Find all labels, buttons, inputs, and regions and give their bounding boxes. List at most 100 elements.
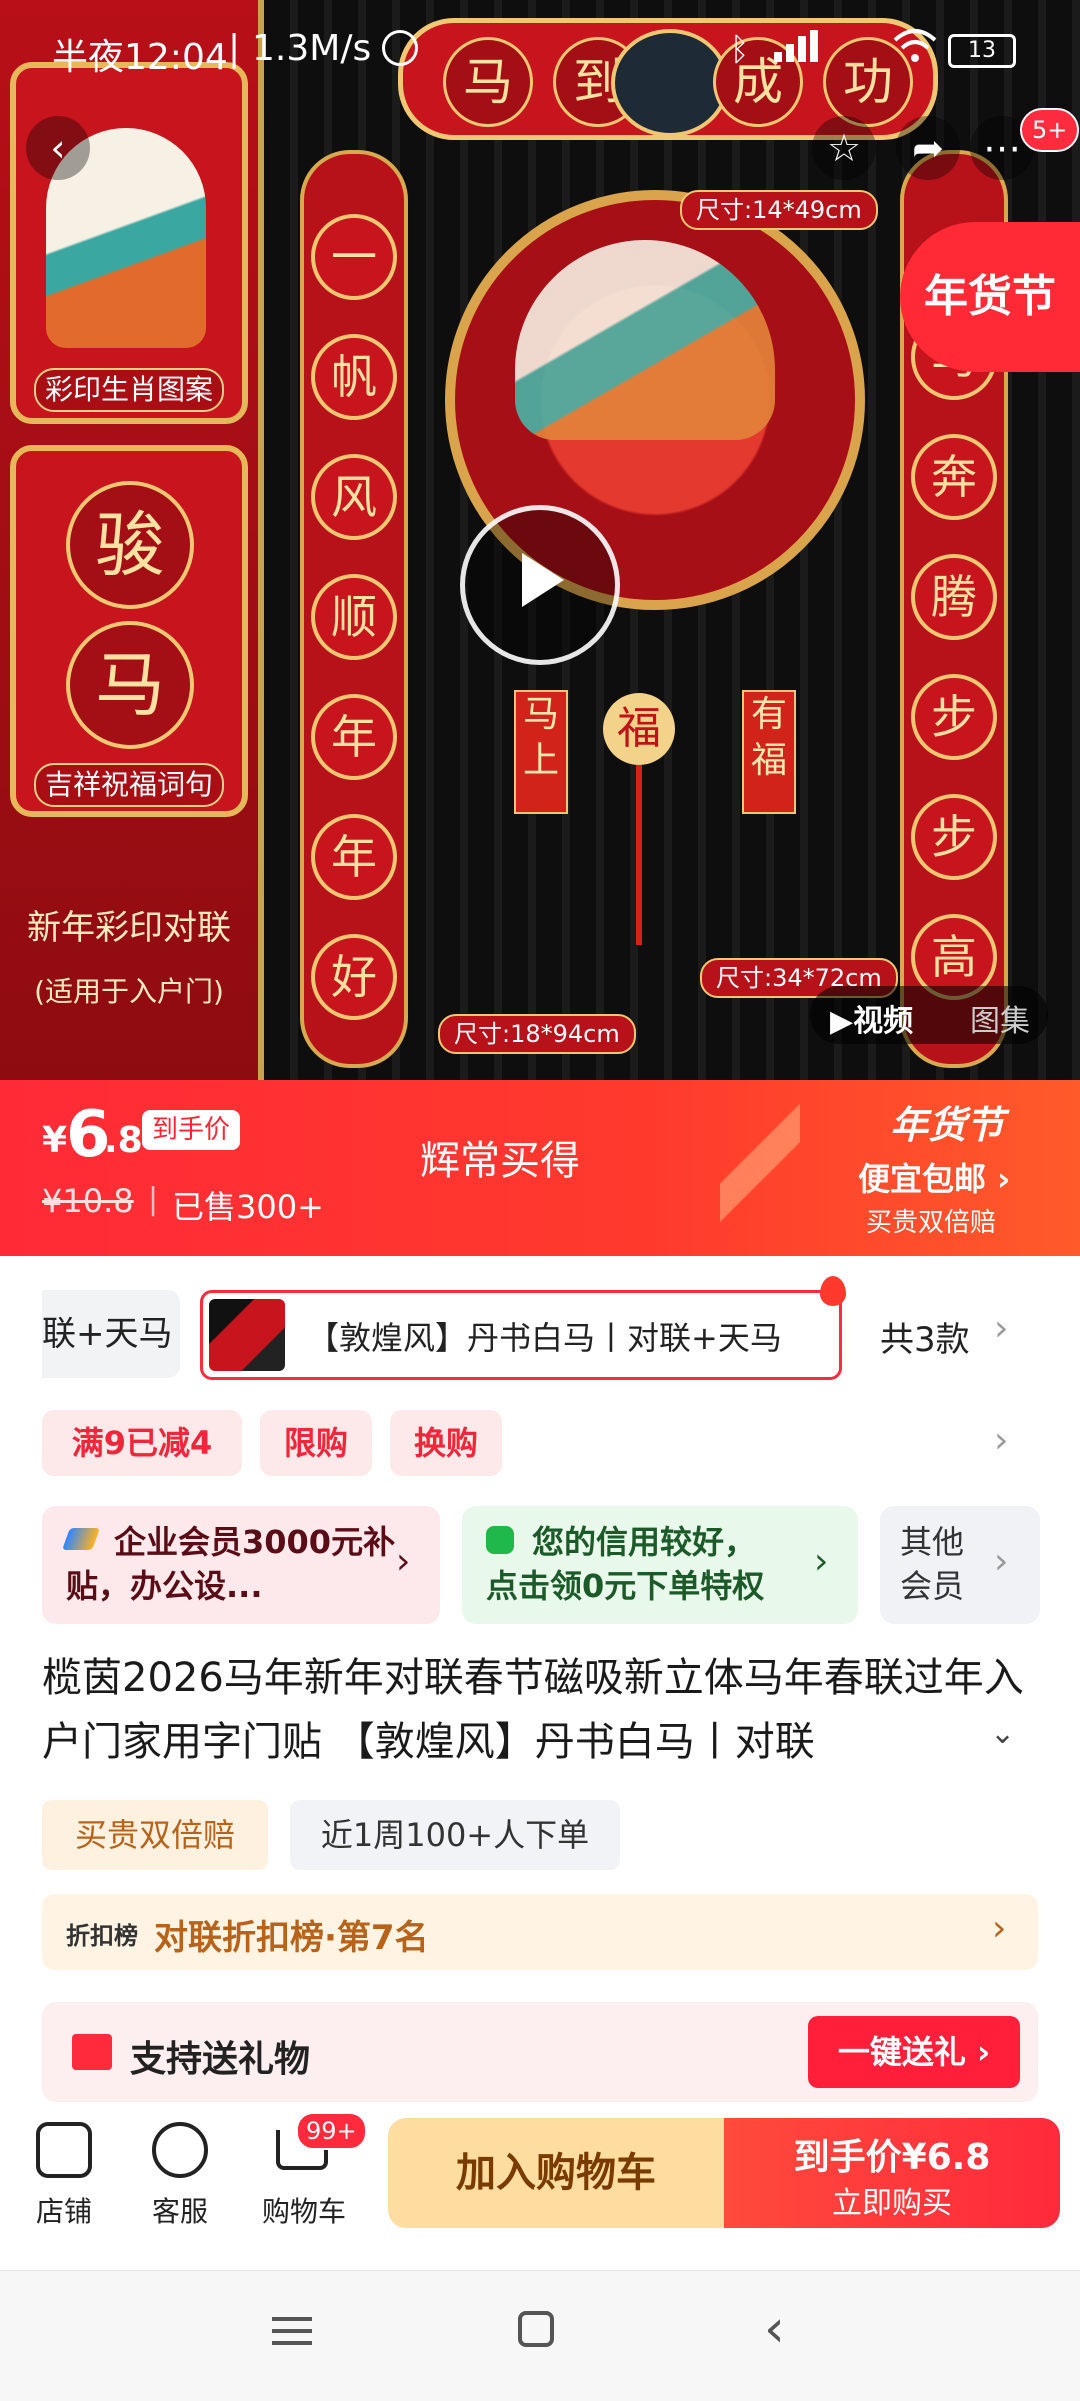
tassel	[636, 765, 642, 945]
hero-caption-title: 新年彩印对联	[27, 908, 231, 948]
price-slogan: 辉常买得	[420, 1138, 580, 1184]
credit-benefit-line2: 点击领0元下单特权	[486, 1567, 765, 1605]
shop-button[interactable]: 店铺	[14, 2122, 114, 2232]
fu-ornament: 福	[603, 693, 675, 765]
enterprise-benefit-text: 企业会员3000元补贴，办公设...	[66, 1523, 396, 1605]
battery-icon: 13	[948, 34, 1016, 68]
home-icon[interactable]	[518, 2311, 554, 2347]
tag-recent-orders: 近1周100+人下单	[290, 1800, 620, 1870]
sku-option-selected[interactable]: 【敦煌风】丹书白马丨对联+天马	[200, 1290, 842, 1380]
credit-benefit-line1: 您的信用较好，	[532, 1523, 757, 1561]
cart-button[interactable]: 购物车 99+	[254, 2112, 367, 2232]
bluetooth-icon: ᛒ	[730, 30, 750, 68]
status-bar: 半夜12:04 | 1.3M/s ᛒ 13	[0, 0, 1080, 100]
other-membership-line2: 会员	[900, 1567, 965, 1605]
media-tabs: ▶视频 图集	[810, 986, 1048, 1044]
expand-title-icon[interactable]: ⌄	[990, 1716, 1015, 1751]
size-tag-banner: 尺寸:14*49cm	[680, 190, 878, 230]
pendant-right: 有福	[742, 690, 796, 814]
service-smile-icon	[152, 2122, 208, 2178]
sku-count[interactable]: 共3款	[880, 1312, 970, 1361]
sku-option-prev[interactable]: 联+天马	[42, 1290, 180, 1378]
sku-selected-label: 【敦煌风】丹书白马丨对联+天马	[307, 1319, 782, 1357]
shop-label: 店铺	[35, 2195, 92, 2228]
cart-count-badge: 99+	[296, 2112, 367, 2150]
recent-apps-icon[interactable]	[272, 2313, 312, 2349]
couplet-char: 奔	[911, 434, 997, 520]
system-navigation-bar: ‹	[0, 2270, 1080, 2401]
signal-icon	[770, 28, 830, 64]
product-title[interactable]: 榄茵2026马年新年对联春节磁吸新立体马年春联过年入户门家用字门贴 【敦煌风】丹…	[42, 1646, 1042, 1774]
shopping-bag-icon	[486, 1526, 514, 1554]
gift-section: 支持送礼物 一键送礼 ›	[42, 2002, 1038, 2102]
festival-badge[interactable]: 年货节	[900, 222, 1080, 372]
pendant-left: 马上	[514, 690, 568, 814]
blessing-char-2: 马	[66, 621, 194, 749]
pegasus-illustration	[515, 240, 775, 440]
panel-divider	[258, 0, 264, 1080]
original-price: ¥10.8	[42, 1182, 134, 1220]
gift-text: 支持送礼物	[130, 2039, 311, 2080]
feature-label-blessing: 吉祥祝福词句	[34, 763, 224, 807]
final-price-tag: 到手价	[142, 1110, 241, 1150]
store-icon	[36, 2122, 92, 2178]
chevron-right-icon[interactable]: ›	[994, 1308, 1008, 1349]
add-to-cart-button[interactable]: 加入购物车	[388, 2118, 724, 2228]
sku-thumbnail	[209, 1299, 285, 1371]
couplet-char: 风	[311, 454, 397, 540]
status-time: 半夜12:04	[52, 37, 228, 78]
left-couplet: 一 帆 风 顺 年 年 好	[300, 150, 408, 1068]
gift-icon	[72, 2034, 112, 2070]
rank-bar[interactable]: 折扣榜 对联折扣榜·第7名 ›	[42, 1894, 1038, 1970]
hero-caption-subtitle: (适用于入户门)	[34, 975, 224, 1008]
other-membership-line1: 其他	[900, 1523, 965, 1561]
play-video-button[interactable]	[460, 505, 620, 665]
couplet-char: 帆	[311, 334, 397, 420]
credit-benefit-tile[interactable]: 您的信用较好， 点击领0元下单特权 ›	[462, 1506, 858, 1624]
buy-now-button[interactable]: 到手价¥6.8 立即购买	[724, 2118, 1060, 2228]
rank-text: 对联折扣榜·第7名	[154, 1918, 429, 1958]
price-decimal: .8	[104, 1120, 143, 1161]
hot-flame-icon	[820, 1276, 846, 1306]
feature-card-blessing: 骏 马 吉祥祝福词句	[10, 445, 248, 817]
tab-video[interactable]: ▶视频	[830, 996, 913, 1040]
couplet-char: 顺	[311, 574, 397, 660]
back-button[interactable]: ‹	[26, 116, 90, 180]
message-count-badge: 5+	[1020, 108, 1080, 152]
couplet-char: 步	[911, 674, 997, 760]
service-label: 客服	[151, 2195, 208, 2228]
buy-price-text: 到手价¥6.8	[793, 2137, 991, 2178]
size-tag-couplet: 尺寸:18*94cm	[438, 1014, 636, 1054]
couplet-char: 腾	[911, 554, 997, 640]
other-membership-tile[interactable]: 其他 会员 ›	[880, 1506, 1040, 1624]
enterprise-benefit-tile[interactable]: 企业会员3000元补贴，办公设... ›	[42, 1506, 440, 1624]
feature-label-pattern: 彩印生肖图案	[34, 368, 224, 412]
free-shipping-link[interactable]: 便宜包邮 ›	[858, 1154, 1010, 1200]
couplet-char: 好	[311, 934, 397, 1020]
promo-discount[interactable]: 满9已减4	[42, 1410, 242, 1476]
wifi-icon	[890, 26, 940, 66]
buy-now-label: 立即购买	[832, 2186, 952, 2221]
blessing-char-1: 骏	[66, 481, 194, 609]
tab-gallery[interactable]: 图集	[970, 996, 1030, 1040]
back-nav-icon[interactable]: ‹	[764, 2303, 785, 2355]
lightning-decoration	[720, 1080, 800, 1256]
cart-label: 购物车	[261, 2195, 346, 2228]
sold-count: 已售300+	[172, 1188, 324, 1226]
promo-exchange[interactable]: 换购	[390, 1410, 502, 1476]
alarm-icon	[382, 30, 418, 66]
feature-card-pattern: 彩印生肖图案	[10, 62, 248, 424]
play-icon	[522, 553, 564, 607]
price-guarantee: 买贵双倍赔	[866, 1208, 997, 1238]
price-banner: ¥ 6 .8 到手价 ¥10.8 | 已售300+ 辉常买得 年货节 便宜包邮 …	[0, 1080, 1080, 1256]
network-speed: 1.3M/s	[252, 28, 372, 69]
chevron-right-icon[interactable]: ›	[994, 1420, 1008, 1461]
customer-service-button[interactable]: 客服	[130, 2122, 230, 2232]
promo-limit[interactable]: 限购	[260, 1410, 372, 1476]
share-icon[interactable]: ➦	[896, 116, 960, 180]
couplet-char: 年	[311, 694, 397, 780]
tag-price-guarantee: 买贵双倍赔	[42, 1800, 268, 1870]
send-gift-button[interactable]: 一键送礼 ›	[808, 2016, 1020, 2088]
rank-label: 折扣榜	[66, 1922, 138, 1950]
favorite-star-icon[interactable]: ☆	[812, 116, 876, 180]
